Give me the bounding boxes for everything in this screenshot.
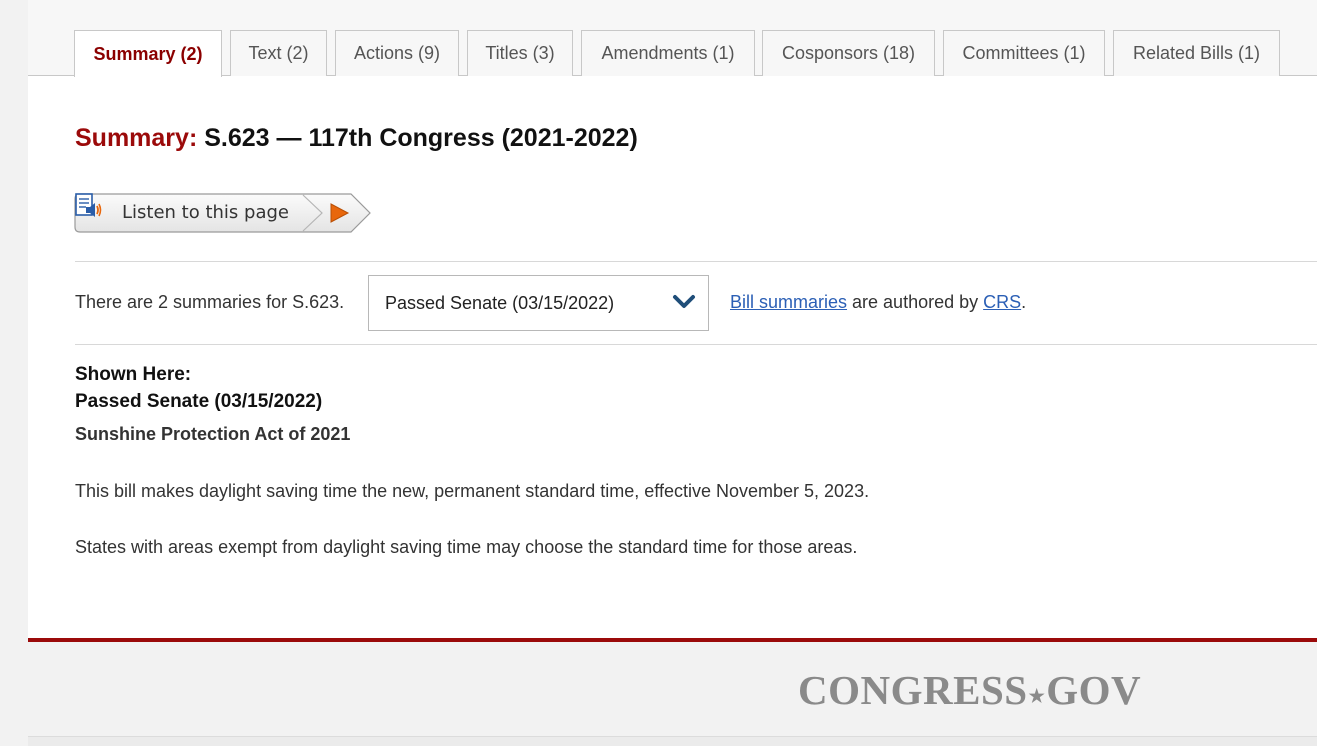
- page-title: Summary: S.623 — 117th Congress (2021-20…: [75, 124, 638, 153]
- speaker-document-icon: [75, 193, 102, 217]
- listen-button-label: Listen to this page: [122, 202, 289, 223]
- summary-version-value: Passed Senate (03/15/2022): [385, 293, 615, 313]
- tab-committees[interactable]: Committees (1): [943, 30, 1105, 76]
- shown-here-label: Shown Here:: [75, 364, 192, 385]
- summary-version-select[interactable]: Passed Senate (03/15/2022): [368, 275, 709, 331]
- authorship-period: .: [1021, 292, 1027, 312]
- act-title: Sunshine Protection Act of 2021: [75, 424, 351, 444]
- logo-star-icon: ★: [1028, 686, 1046, 706]
- tab-text[interactable]: Text (2): [230, 30, 327, 76]
- summary-count-text: There are 2 summaries for S.623.: [75, 292, 345, 312]
- tab-cosponsors[interactable]: Cosponsors (18): [762, 30, 935, 76]
- authorship-text: are authored by: [847, 292, 984, 312]
- tab-related-bills[interactable]: Related Bills (1): [1113, 30, 1280, 76]
- summary-paragraph: This bill makes daylight saving time the…: [75, 481, 870, 501]
- listen-to-page-button[interactable]: Listen to this page: [74, 193, 371, 233]
- tab-summary[interactable]: Summary (2): [74, 30, 222, 77]
- summary-authorship-note: Bill summaries are authored by CRS.: [730, 292, 1026, 313]
- chevron-down-icon: [673, 295, 695, 308]
- crs-link[interactable]: CRS: [983, 292, 1021, 312]
- tab-amendments[interactable]: Amendments (1): [581, 30, 755, 76]
- shown-version: Passed Senate (03/15/2022): [75, 391, 323, 412]
- page-left-margin: [0, 0, 28, 746]
- page-title-prefix: Summary:: [75, 124, 198, 152]
- tab-titles[interactable]: Titles (3): [467, 30, 573, 76]
- page-title-bill: S.623 — 117th Congress (2021-2022): [204, 124, 638, 152]
- logo-congress: CONGRESS: [798, 667, 1028, 713]
- congress-gov-logo[interactable]: CONGRESS★GOV: [798, 666, 1141, 714]
- bill-summaries-link[interactable]: Bill summaries: [730, 292, 847, 312]
- play-icon[interactable]: [328, 202, 350, 224]
- summary-paragraph: States with areas exempt from daylight s…: [75, 537, 858, 557]
- divider-bottom: [75, 344, 1317, 345]
- divider-top: [75, 261, 1317, 262]
- tab-actions[interactable]: Actions (9): [335, 30, 459, 76]
- logo-gov: GOV: [1046, 667, 1142, 713]
